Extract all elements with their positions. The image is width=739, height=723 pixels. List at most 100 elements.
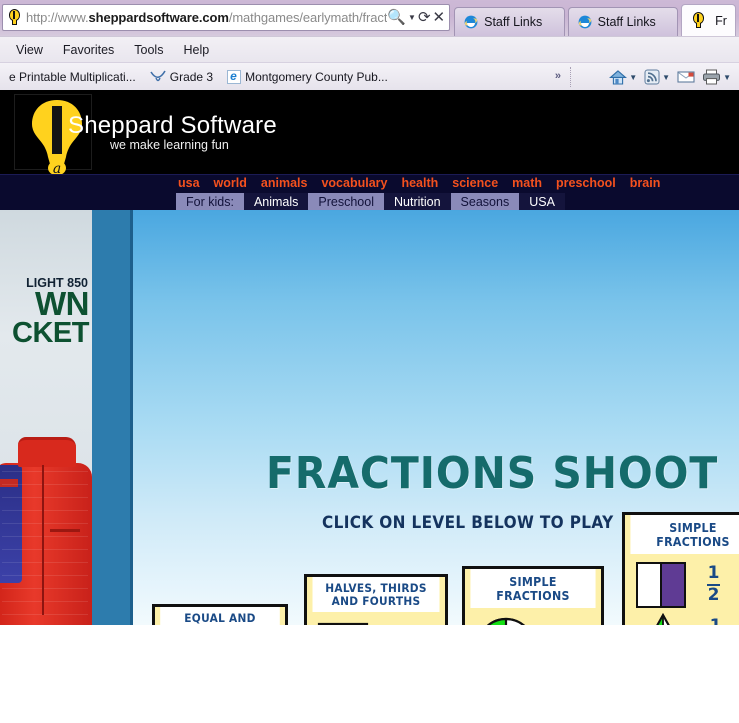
browser-chrome: http://www.sheppardsoftware.com/mathgame…: [0, 0, 739, 90]
rect-half-purple-icon: [636, 562, 686, 608]
card-title-line1: SIMPLE FRACTIONS: [496, 575, 570, 603]
card-body: 1 2 1: [625, 554, 739, 625]
fraction-one-third: 1 3: [709, 617, 722, 625]
menu-item-help[interactable]: Help: [183, 43, 209, 57]
nav-link-world[interactable]: world: [214, 176, 247, 190]
feeds-button[interactable]: ▼: [642, 69, 672, 85]
nav-link-preschool[interactable]: preschool: [556, 176, 616, 190]
nav-link-vocabulary[interactable]: vocabulary: [321, 176, 387, 190]
sheppard-bulb-icon: [6, 9, 23, 26]
card-item-halves: HALVES: [317, 620, 445, 625]
card-title-line2: AND FOURTHS: [331, 594, 421, 608]
advertisement[interactable]: LIGHT 850 WN CKET s warmhen wet.: [0, 210, 92, 625]
url-path: /mathgames/earlymath/fract: [228, 10, 388, 25]
nav-kids-usa[interactable]: USA: [519, 193, 565, 211]
level-card-simple-fractions-1[interactable]: SIMPLE FRACTIONS 1 2: [462, 566, 604, 625]
favorite-printable-multiplication[interactable]: e Printable Multiplicati...: [2, 70, 143, 84]
sheppard-bulb-icon: [690, 12, 707, 29]
chevron-down-icon[interactable]: ▼: [408, 13, 416, 22]
game-main-area: LIGHT 850 WN CKET s warmhen wet. FRACTIO…: [0, 210, 739, 625]
page-title: FRACTIONS SHOOT: [266, 448, 719, 499]
address-bar[interactable]: http://www.sheppardsoftware.com/mathgame…: [2, 4, 451, 31]
refresh-icon[interactable]: ⟳: [418, 10, 431, 25]
nav-kids-preschool[interactable]: Preschool: [308, 193, 384, 211]
page-subtitle: CLICK ON LEVEL BELOW TO PLAY: [322, 513, 614, 533]
nav-link-health[interactable]: health: [401, 176, 438, 190]
swirl-icon: [150, 70, 166, 84]
card-title: HALVES, THIRDS AND FOURTHS: [312, 577, 440, 612]
stop-icon[interactable]: ✕: [433, 10, 446, 25]
card-title: EQUAL AND UNEQUAL PARTS: [160, 607, 280, 625]
card-item-half: 1 2: [635, 560, 739, 610]
ie-favicon-icon: [227, 69, 242, 84]
favorite-grade-3[interactable]: Grade 3: [143, 70, 220, 84]
url-text[interactable]: http://www.sheppardsoftware.com/mathgame…: [26, 5, 387, 30]
menu-item-tools[interactable]: Tools: [134, 43, 163, 57]
tab-staff-links-1[interactable]: Staff Links: [454, 7, 565, 36]
menu-bar: View Favorites Tools Help: [0, 36, 739, 62]
nav-kids-seasons[interactable]: Seasons: [450, 193, 520, 211]
tab-fractions-active[interactable]: Fr: [681, 4, 736, 36]
favorites-overflow-icon[interactable]: »: [555, 70, 561, 82]
favorite-label: Montgomery County Pub...: [245, 69, 388, 84]
nav-link-math[interactable]: math: [512, 176, 542, 190]
command-bar: ▼ ▼ ▼: [607, 63, 733, 91]
card-item-half: 1 2: [475, 616, 601, 625]
nav-link-usa[interactable]: usa: [178, 176, 200, 190]
menu-item-view[interactable]: View: [16, 43, 43, 57]
nav-link-science[interactable]: science: [452, 176, 498, 190]
chevron-down-icon[interactable]: ▼: [662, 73, 670, 82]
nav-kids-nutrition[interactable]: Nutrition: [384, 193, 451, 211]
left-blue-strip: [92, 210, 133, 625]
card-title: SIMPLE FRACTIONS: [470, 569, 596, 608]
chevron-down-icon[interactable]: ▼: [723, 73, 731, 82]
card-body: HALVES THIRDS: [307, 612, 445, 625]
level-card-equal-unequal-parts[interactable]: EQUAL AND UNEQUAL PARTS EQUAL: [152, 604, 288, 625]
card-body: 1 2 1 3: [465, 608, 601, 625]
fraction-numerator: 1: [707, 563, 720, 584]
print-icon: [703, 69, 721, 85]
toolbar-divider: [570, 67, 571, 87]
print-button[interactable]: ▼: [700, 69, 733, 85]
fraction-one-half: 1 2: [707, 563, 720, 605]
circle-half-green-icon: [486, 617, 526, 625]
ie-logo-icon: [463, 14, 479, 30]
chevron-down-icon[interactable]: ▼: [629, 73, 637, 82]
square-halves-purple-icon: [317, 622, 369, 625]
home-button[interactable]: ▼: [607, 69, 639, 86]
mail-icon: [677, 71, 695, 83]
favorite-label: Grade 3: [169, 69, 214, 84]
card-title: SIMPLE FRACTIONS: [630, 515, 739, 554]
level-card-halves-thirds-fourths[interactable]: HALVES, THIRDS AND FOURTHS HALVES: [304, 574, 448, 625]
level-card-simple-fractions-2[interactable]: SIMPLE FRACTIONS 1 2: [622, 512, 739, 625]
tab-label: Staff Links: [484, 15, 543, 29]
site-nav: usa world animals vocabulary health scie…: [0, 174, 739, 211]
site-header: a Sheppard Software we make learning fun: [0, 90, 739, 177]
ie-logo-icon: [577, 14, 593, 30]
ad-jacket-image: [0, 431, 92, 625]
mail-button[interactable]: [675, 70, 697, 84]
card-title-line1: SIMPLE FRACTIONS: [656, 521, 730, 549]
feeds-icon: [644, 69, 660, 85]
nav-link-animals[interactable]: animals: [261, 176, 308, 190]
browser-top-bar: http://www.sheppardsoftware.com/mathgame…: [0, 0, 739, 36]
fraction-denominator: 2: [707, 585, 720, 605]
brand-tagline: we make learning fun: [110, 138, 229, 152]
nav-top-links: usa world animals vocabulary health scie…: [178, 176, 660, 190]
nav-label-for-kids: For kids:: [176, 193, 244, 211]
tab-label: Fr: [715, 13, 727, 28]
tab-staff-links-2[interactable]: Staff Links: [567, 7, 679, 36]
menu-item-favorites[interactable]: Favorites: [63, 43, 114, 57]
nav-kids-animals[interactable]: Animals: [243, 193, 309, 211]
url-prefix: http://www.: [26, 10, 89, 25]
search-icon[interactable]: 🔍: [387, 10, 406, 25]
home-icon: [609, 69, 628, 85]
favorite-montgomery-county-pub[interactable]: Montgomery County Pub...: [220, 69, 395, 84]
ad-headline-3: CKET: [12, 317, 89, 349]
triangle-third-green-icon: [656, 612, 670, 625]
brand-name: Sheppard Software: [68, 112, 277, 139]
favorite-label: e Printable Multiplicati...: [9, 69, 136, 84]
tab-label: Staff Links: [597, 15, 656, 29]
nav-link-brain[interactable]: brain: [630, 176, 661, 190]
nav-bottom-bar: For kids: Animals Preschool Nutrition Se…: [176, 193, 565, 211]
